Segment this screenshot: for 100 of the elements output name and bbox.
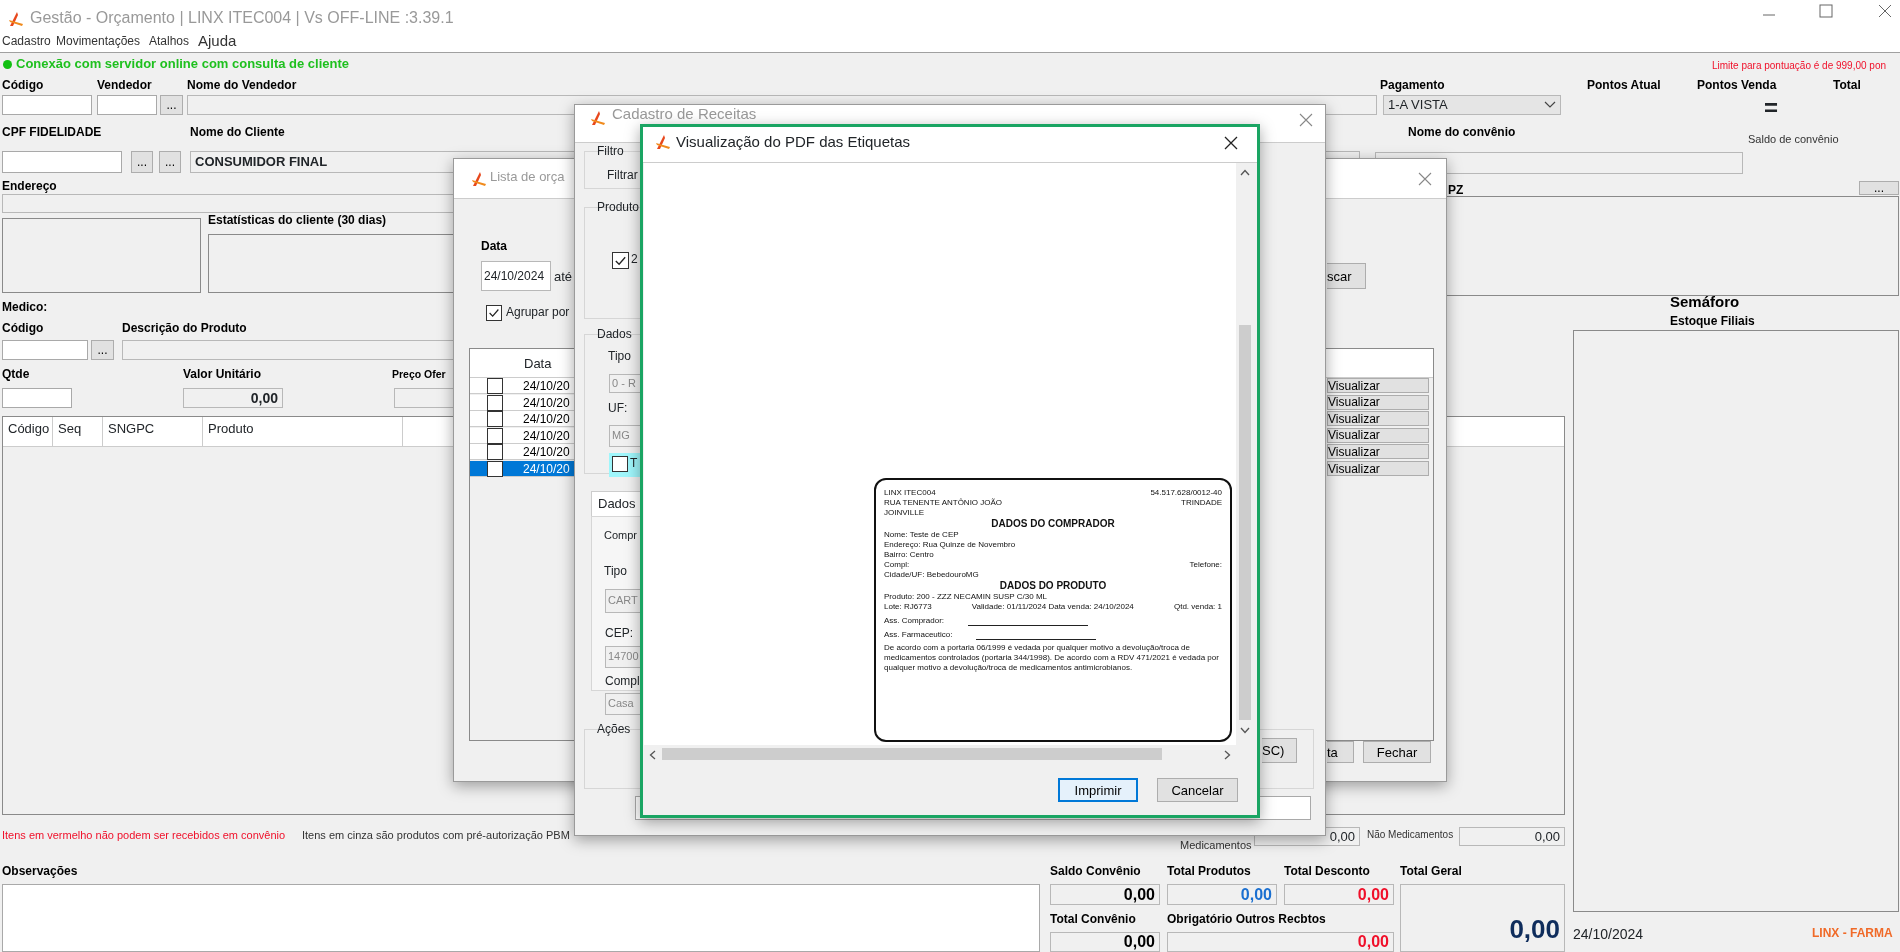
field-label: Código (2, 78, 44, 93)
total-value: 0,00 (1284, 884, 1394, 905)
total-label: Total Convênio (1050, 912, 1136, 927)
field-label: Descrição do Produto (122, 321, 247, 336)
field-label: Compl (605, 674, 640, 689)
checkbox[interactable] (612, 456, 628, 472)
field-label: CEP: (605, 626, 633, 641)
checkbox[interactable] (486, 305, 502, 321)
field-label: Nome do Cliente (190, 125, 285, 140)
chevron-up-icon[interactable] (1240, 169, 1250, 176)
payment-dropdown[interactable]: 1-A VISTA (1383, 95, 1561, 115)
note-text: Medicamentos (1180, 839, 1252, 853)
label-heading: DADOS DO PRODUTO (998, 580, 1108, 592)
price-field[interactable]: 0,00 (183, 388, 283, 408)
field-label: Pontos Atual (1587, 78, 1661, 93)
total-label: Total Geral (1400, 864, 1462, 879)
total-value: 0,00 (1050, 884, 1160, 905)
label-text: Telefone: (1189, 560, 1222, 570)
label-heading: DADOS DO COMPRADOR (990, 518, 1116, 530)
field-label: Vendedor (97, 78, 152, 93)
note-text: Saldo de convênio (1748, 133, 1839, 147)
menu-item[interactable]: Atalhos (149, 34, 190, 49)
total-label: Obrigatório Outros Recbtos (1167, 912, 1326, 927)
search-button[interactable]: scar (1327, 263, 1366, 289)
field-label: Nome do convênio (1408, 125, 1516, 140)
field-label: Preço Ofer (392, 368, 446, 381)
points-limit-note: Limite para pontuação é de 999,00 pon (1712, 60, 1887, 72)
input-field[interactable] (2, 151, 122, 173)
chevron-left-icon[interactable] (649, 750, 656, 760)
label-text: 54.517.628/0012-40 (1150, 488, 1222, 498)
field-label: Filtrar (607, 168, 638, 183)
checkbox[interactable] (612, 252, 629, 269)
label-text: TRINDADE (1181, 498, 1222, 508)
field-label: Tipo (604, 564, 627, 579)
section-title: Semáforo (1670, 293, 1740, 311)
window-title: Gestão - Orçamento | LINX ITEC004 | Vs OFF-LINE :3.39.1 (30, 8, 454, 28)
table-cell: 24/10/20 (523, 394, 570, 411)
chevron-down-icon[interactable] (1240, 727, 1250, 734)
input-field[interactable] (2, 340, 88, 360)
lookup-button[interactable]: ... (131, 151, 153, 173)
checkbox[interactable] (487, 461, 503, 477)
label-text: Ass. Comprador: (884, 616, 945, 626)
dialog-button[interactable]: ta (1327, 741, 1354, 763)
label-text: Endereço: Rua Quinze de Novembro (884, 540, 1017, 550)
column-header[interactable]: Código (3, 417, 53, 446)
dialog-button[interactable]: Fechar (1363, 741, 1431, 763)
lookup-button[interactable]: ... (1859, 181, 1899, 195)
dialog-button[interactable]: SC) (1262, 738, 1297, 763)
scrollbar-thumb[interactable] (662, 748, 1162, 760)
field-label: Pontos Venda (1697, 78, 1777, 93)
view-button[interactable]: Visualizar (1327, 444, 1429, 460)
table-cell: 24/10/20 (523, 411, 570, 428)
table-cell: 24/10/20 (523, 427, 570, 444)
checkbox[interactable] (487, 378, 503, 394)
lookup-button[interactable]: ... (91, 340, 114, 360)
checkbox-label: Agrupar por (506, 305, 570, 320)
field-label: CPF FIDELIDADE (2, 125, 102, 140)
field-label: Tipo (608, 349, 631, 364)
menu-item[interactable]: Ajuda (198, 32, 237, 50)
close-icon[interactable] (1224, 136, 1238, 150)
input-field[interactable] (97, 95, 157, 115)
total-label: Total Produtos (1167, 864, 1251, 879)
field-label: Nome do Vendedor (187, 78, 297, 93)
column-header[interactable]: Produto (203, 417, 403, 446)
view-button[interactable]: Visualizar (1327, 461, 1429, 476)
dialog-button[interactable]: Imprimir (1058, 778, 1138, 802)
view-button[interactable]: Visualizar (1327, 411, 1429, 427)
amount-field[interactable]: 0,00 (1459, 827, 1565, 846)
lookup-button[interactable]: ... (159, 151, 181, 173)
checkbox[interactable] (487, 411, 503, 428)
input-field[interactable] (2, 95, 92, 115)
field-label: Estoque Filiais (1670, 314, 1755, 329)
dropdown-value: 1-A VISTA (1388, 97, 1448, 113)
input-field[interactable] (2, 388, 72, 408)
checkbox[interactable] (487, 444, 503, 461)
notes-field[interactable] (2, 884, 1040, 952)
field-label: UF: (608, 401, 628, 416)
date-text: 24/10/2024 (1573, 926, 1644, 943)
logo-icon (8, 11, 24, 27)
dialog-button[interactable]: Cancelar (1157, 778, 1238, 802)
tab[interactable]: Dados (591, 491, 643, 517)
date-field[interactable]: 24/10/2024 (481, 261, 551, 291)
dialog-title: Lista de orça (490, 169, 565, 185)
column-header[interactable]: SNGPC (103, 417, 203, 446)
scrollbar-thumb[interactable] (1239, 325, 1251, 720)
column-header[interactable]: Data (524, 356, 552, 372)
menu-item[interactable]: Cadastro (2, 34, 51, 49)
label-text: Qtd. venda: 1 (1173, 602, 1222, 612)
chevron-right-icon[interactable] (1224, 750, 1231, 760)
logo-icon (590, 110, 606, 126)
dialog-title: Visualização do PDF das Etiquetas (676, 133, 911, 151)
connection-status: Conexão com servidor online com consulta de cliente (16, 56, 350, 72)
total-label: Saldo Convênio (1050, 864, 1141, 879)
view-button[interactable]: Visualizar (1327, 378, 1429, 393)
lookup-button[interactable]: ... (160, 95, 183, 115)
column-header[interactable]: Seq (53, 417, 103, 446)
group-title: Filtro (597, 144, 624, 159)
field-label: Observações (2, 864, 78, 879)
field-label: Estatísticas do cliente (30 dias) (208, 213, 387, 228)
menu-item[interactable]: Movimentações (56, 34, 141, 49)
